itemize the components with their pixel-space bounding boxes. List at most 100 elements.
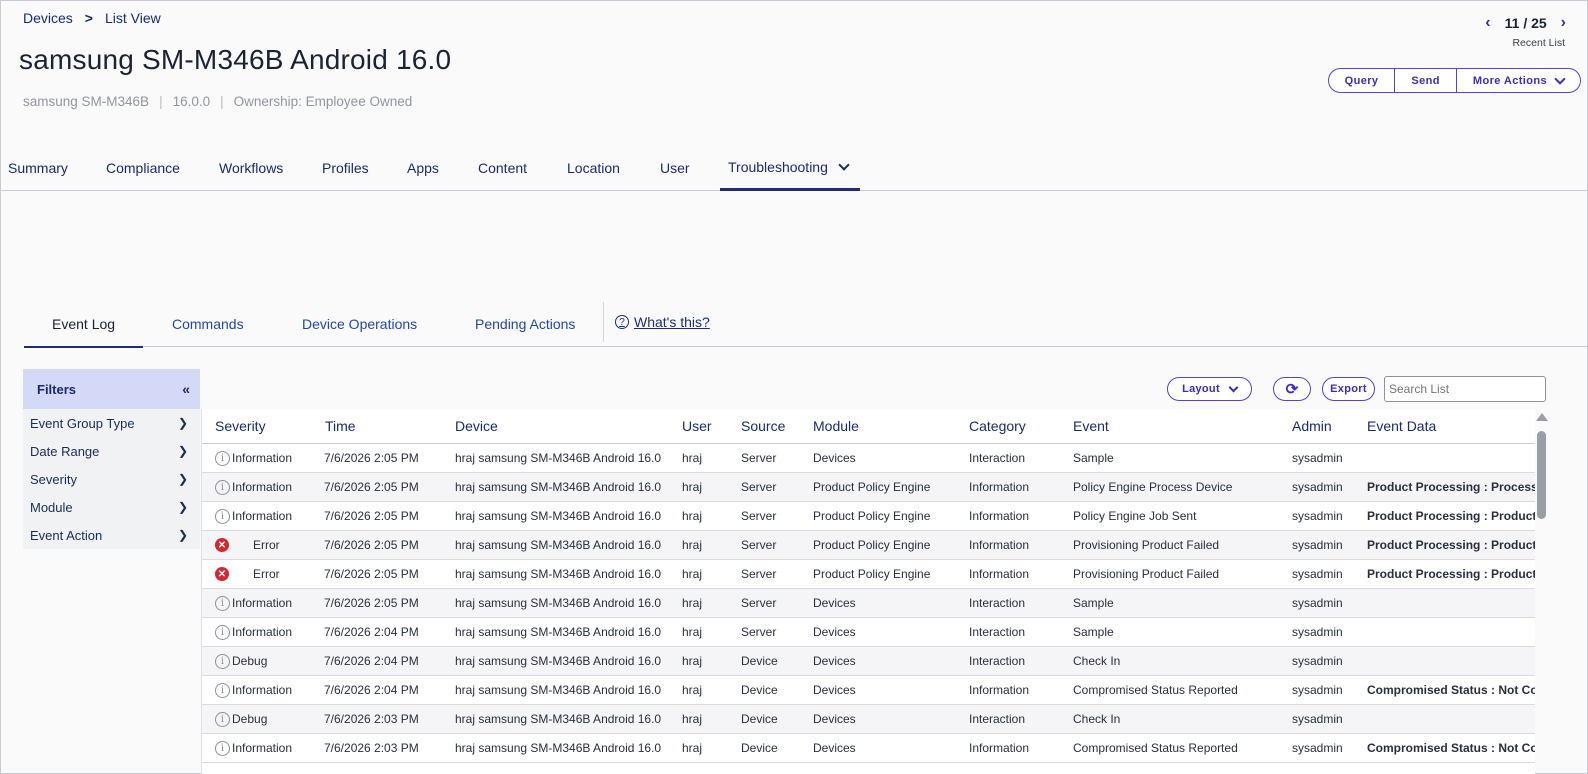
device-meta: samsung SM-M346B | 16.0.0 | Ownership: E… xyxy=(23,94,412,109)
chevron-down-icon xyxy=(1228,382,1239,392)
cell-event-data[interactable]: Product Processing : Product Ex xyxy=(1367,559,1535,589)
tab-user[interactable]: User xyxy=(660,160,690,176)
cell-event: Sample xyxy=(1073,617,1292,647)
whats-this-label: What's this? xyxy=(634,314,710,330)
cell-source: Server xyxy=(741,530,813,560)
tab-compliance[interactable]: Compliance xyxy=(106,160,180,176)
table-row[interactable]: ✕ Error 7/6/2026 2:05 PM hraj samsung SM-M3… xyxy=(202,559,1535,589)
query-button[interactable]: Query xyxy=(1329,69,1395,92)
cell-event-data[interactable]: Compromised Status : Not Comp xyxy=(1367,675,1535,705)
table-row[interactable]: i Debug 7/6/2026 2:03 PM hraj samsung SM-M3… xyxy=(202,704,1535,734)
table-row[interactable]: i Information 7/6/2026 2:04 PM hraj samsung… xyxy=(202,617,1535,647)
tab-troubleshooting[interactable]: Troubleshooting xyxy=(720,159,860,191)
cell-time: 7/6/2026 2:04 PM xyxy=(324,675,455,705)
grid-scrollbar[interactable] xyxy=(1535,409,1549,774)
cell-category: Interaction xyxy=(969,588,1073,618)
tab-apps[interactable]: Apps xyxy=(407,160,439,176)
severity-label: Information xyxy=(232,596,293,610)
column-header-source[interactable]: Source xyxy=(741,409,813,444)
table-row[interactable]: i Information 7/6/2026 2:03 PM hraj samsung… xyxy=(202,733,1535,763)
filter-module[interactable]: Module ❯ xyxy=(23,493,200,521)
export-button[interactable]: Export xyxy=(1322,377,1375,401)
severity-label: Information xyxy=(232,741,293,755)
subtab-event-log[interactable]: Event Log xyxy=(24,316,144,348)
tab-summary[interactable]: Summary xyxy=(8,160,68,176)
subtab-device-operations[interactable]: Device Operations xyxy=(302,316,417,332)
column-header-event-data[interactable]: Event Data xyxy=(1367,409,1535,444)
severity-cell: i Information xyxy=(202,733,324,763)
layout-button-label: Layout xyxy=(1182,383,1220,395)
tab-workflows[interactable]: Workflows xyxy=(219,160,283,176)
whats-this-link[interactable]: ? What's this? xyxy=(615,314,710,330)
filter-event-action[interactable]: Event Action ❯ xyxy=(23,521,200,549)
cell-category: Information xyxy=(969,559,1073,589)
column-header-admin[interactable]: Admin xyxy=(1292,409,1367,444)
table-row[interactable]: i Information 7/6/2026 2:04 PM hraj samsung… xyxy=(202,675,1535,705)
layout-button[interactable]: Layout xyxy=(1167,377,1252,401)
cell-event-data[interactable]: Product Processing : Processing xyxy=(1367,472,1535,502)
breadcrumb-list-view-link[interactable]: List View xyxy=(105,10,161,26)
table-row[interactable]: i Information 7/6/2026 2:05 PM hraj samsung… xyxy=(202,443,1535,473)
table-row[interactable]: i Information 7/6/2026 2:05 PM hraj samsung… xyxy=(202,501,1535,531)
cell-event: Check In xyxy=(1073,704,1292,734)
cell-time: 7/6/2026 2:05 PM xyxy=(324,443,455,473)
refresh-button[interactable]: ⟳ xyxy=(1273,377,1311,401)
filter-date-range[interactable]: Date Range ❯ xyxy=(23,437,200,465)
column-header-user[interactable]: User xyxy=(682,409,741,444)
table-row[interactable]: i Information 7/6/2026 2:05 PM hraj samsung… xyxy=(202,588,1535,618)
cell-event-data xyxy=(1367,443,1535,473)
export-button-label: Export xyxy=(1330,383,1367,395)
cell-device: hraj samsung SM-M346B Android 16.0 xyxy=(455,646,682,676)
scroll-up-arrow-icon[interactable] xyxy=(1536,413,1548,421)
column-header-module[interactable]: Module xyxy=(813,409,969,444)
severity-cell: i Debug xyxy=(202,646,324,676)
error-icon: ✕ xyxy=(215,538,229,552)
query-button-label: Query xyxy=(1344,74,1379,87)
cell-source: Device xyxy=(741,646,813,676)
column-header-severity[interactable]: Severity xyxy=(202,409,324,444)
breadcrumb-devices-link[interactable]: Devices xyxy=(23,10,73,26)
column-header-event[interactable]: Event xyxy=(1073,409,1292,444)
cell-event-data[interactable]: Compromised Status : Not Comp xyxy=(1367,733,1535,763)
cell-category: Information xyxy=(969,733,1073,763)
send-button[interactable]: Send xyxy=(1394,69,1456,92)
tab-location[interactable]: Location xyxy=(567,160,620,176)
table-row[interactable]: i Debug 7/6/2026 2:04 PM hraj samsung SM-M3… xyxy=(202,646,1535,676)
tab-content[interactable]: Content xyxy=(478,160,527,176)
cell-module: Product Policy Engine xyxy=(813,530,969,560)
table-row[interactable]: i Information 7/6/2026 2:05 PM hraj samsung… xyxy=(202,472,1535,502)
tab-profiles[interactable]: Profiles xyxy=(322,160,369,176)
cell-event-data[interactable]: Product Processing : ProductID: xyxy=(1367,501,1535,531)
scrollbar-thumb[interactable] xyxy=(1537,431,1546,519)
page-title: samsung SM-M346B Android 16.0 xyxy=(19,44,452,75)
cell-event-data[interactable]: Product Processing : Product Ex xyxy=(1367,530,1535,560)
severity-cell: i Information xyxy=(202,617,324,647)
cell-source: Server xyxy=(741,617,813,647)
recent-list-link[interactable]: Recent List xyxy=(1512,37,1565,49)
previous-record-icon[interactable]: ‹ xyxy=(1485,14,1490,32)
column-header-category[interactable]: Category xyxy=(969,409,1073,444)
cell-module: Devices xyxy=(813,617,969,647)
collapse-filters-icon[interactable]: « xyxy=(182,381,190,397)
column-header-time[interactable]: Time xyxy=(324,409,455,444)
more-actions-button[interactable]: More Actions xyxy=(1455,69,1580,92)
severity-label: Information xyxy=(232,509,293,523)
cell-event: Provisioning Product Failed xyxy=(1073,559,1292,589)
column-header-device[interactable]: Device xyxy=(455,409,682,444)
filter-event-group-type[interactable]: Event Group Type ❯ xyxy=(23,409,200,437)
cell-event-data xyxy=(1367,617,1535,647)
refresh-icon: ⟳ xyxy=(1285,381,1299,398)
severity-label: Debug xyxy=(232,654,268,668)
search-list-input[interactable] xyxy=(1384,376,1546,402)
next-record-icon[interactable]: › xyxy=(1561,14,1566,32)
cell-event-data xyxy=(1367,588,1535,618)
cell-admin: sysadmin xyxy=(1292,501,1367,531)
table-row[interactable]: ✕ Error 7/6/2026 2:05 PM hraj samsung SM-M3… xyxy=(202,530,1535,560)
severity-label: Information xyxy=(232,683,293,697)
filter-severity[interactable]: Severity ❯ xyxy=(23,465,200,493)
cell-category: Information xyxy=(969,675,1073,705)
cell-admin: sysadmin xyxy=(1292,443,1367,473)
subtab-pending-actions[interactable]: Pending Actions xyxy=(475,316,575,332)
subtab-commands[interactable]: Commands xyxy=(172,316,244,332)
severity-wrapper: i Information xyxy=(202,479,324,495)
